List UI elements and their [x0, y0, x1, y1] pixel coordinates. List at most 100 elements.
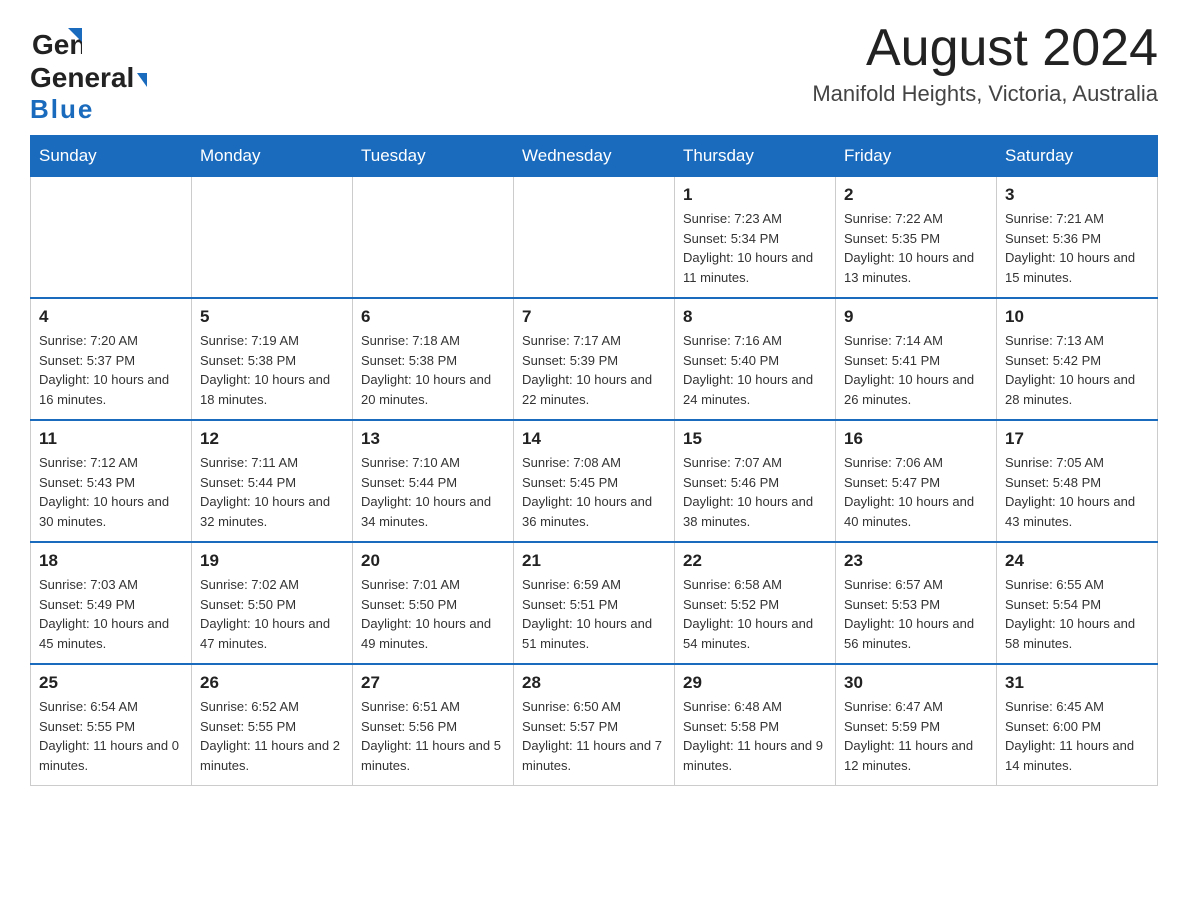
table-row: 11 Sunrise: 7:12 AM Sunset: 5:43 PM Dayli…: [31, 420, 192, 542]
header-thursday: Thursday: [675, 136, 836, 177]
table-row: 4 Sunrise: 7:20 AM Sunset: 5:37 PM Daylig…: [31, 298, 192, 420]
day-info: Sunrise: 7:16 AM Sunset: 5:40 PM Dayligh…: [683, 331, 827, 409]
day-number: 2: [844, 185, 988, 205]
header-saturday: Saturday: [997, 136, 1158, 177]
table-row: 6Sunrise: 7:18 AM Sunset: 5:38 PM Daylig…: [353, 298, 514, 420]
table-row: [353, 177, 514, 299]
day-number: 26: [200, 673, 344, 693]
day-info: Sunrise: 6:59 AM Sunset: 5:51 PM Dayligh…: [522, 575, 666, 653]
page-subtitle: Manifold Heights, Victoria, Australia: [812, 81, 1158, 107]
day-info: Sunrise: 7:02 AM Sunset: 5:50 PM Dayligh…: [200, 575, 344, 653]
day-number: 5: [200, 307, 344, 327]
title-block: August 2024 Manifold Heights, Victoria, …: [812, 20, 1158, 107]
day-number: 28: [522, 673, 666, 693]
table-row: 1 Sunrise: 7:23 AM Sunset: 5:34 PM Daylig…: [675, 177, 836, 299]
table-row: 2Sunrise: 7:22 AM Sunset: 5:35 PM Daylig…: [836, 177, 997, 299]
day-info: Sunrise: 6:55 AM Sunset: 5:54 PM Dayligh…: [1005, 575, 1149, 653]
day-number: 21: [522, 551, 666, 571]
calendar-week-row: 25Sunrise: 6:54 AM Sunset: 5:55 PM Dayli…: [31, 664, 1158, 786]
day-info: Sunrise: 7:19 AM Sunset: 5:38 PM Dayligh…: [200, 331, 344, 409]
day-number: 6: [361, 307, 505, 327]
table-row: [31, 177, 192, 299]
logo-blue: Blue: [30, 94, 94, 125]
table-row: 31 Sunrise: 6:45 AM Sunset: 6:00 PM Dayli…: [997, 664, 1158, 786]
table-row: 29 Sunrise: 6:48 AM Sunset: 5:58 PM Dayli…: [675, 664, 836, 786]
day-info: Sunrise: 7:07 AM Sunset: 5:46 PM Dayligh…: [683, 453, 827, 531]
day-number: 10: [1005, 307, 1149, 327]
table-row: 27 Sunrise: 6:51 AM Sunset: 5:56 PM Dayli…: [353, 664, 514, 786]
day-number: 30: [844, 673, 988, 693]
day-info: Sunrise: 7:01 AM Sunset: 5:50 PM Dayligh…: [361, 575, 505, 653]
page-header: General General Blue August 2024 Manifol…: [30, 20, 1158, 125]
table-row: 10 Sunrise: 7:13 AM Sunset: 5:42 PM Dayli…: [997, 298, 1158, 420]
table-row: 24 Sunrise: 6:55 AM Sunset: 5:54 PM Dayli…: [997, 542, 1158, 664]
day-info: Sunrise: 7:11 AM Sunset: 5:44 PM Dayligh…: [200, 453, 344, 531]
table-row: 14Sunrise: 7:08 AM Sunset: 5:45 PM Dayli…: [514, 420, 675, 542]
calendar-week-row: 18Sunrise: 7:03 AM Sunset: 5:49 PM Dayli…: [31, 542, 1158, 664]
day-number: 8: [683, 307, 827, 327]
day-number: 3: [1005, 185, 1149, 205]
day-number: 24: [1005, 551, 1149, 571]
table-row: 20Sunrise: 7:01 AM Sunset: 5:50 PM Dayli…: [353, 542, 514, 664]
logo: General General Blue: [30, 20, 147, 125]
table-row: 23Sunrise: 6:57 AM Sunset: 5:53 PM Dayli…: [836, 542, 997, 664]
table-row: [514, 177, 675, 299]
day-number: 16: [844, 429, 988, 449]
day-info: Sunrise: 6:54 AM Sunset: 5:55 PM Dayligh…: [39, 697, 183, 775]
day-number: 15: [683, 429, 827, 449]
table-row: [192, 177, 353, 299]
table-row: 25Sunrise: 6:54 AM Sunset: 5:55 PM Dayli…: [31, 664, 192, 786]
day-number: 17: [1005, 429, 1149, 449]
day-info: Sunrise: 7:12 AM Sunset: 5:43 PM Dayligh…: [39, 453, 183, 531]
day-number: 9: [844, 307, 988, 327]
day-number: 7: [522, 307, 666, 327]
day-info: Sunrise: 7:10 AM Sunset: 5:44 PM Dayligh…: [361, 453, 505, 531]
day-number: 27: [361, 673, 505, 693]
day-info: Sunrise: 6:45 AM Sunset: 6:00 PM Dayligh…: [1005, 697, 1149, 775]
table-row: 3Sunrise: 7:21 AM Sunset: 5:36 PM Daylig…: [997, 177, 1158, 299]
calendar-week-row: 1 Sunrise: 7:23 AM Sunset: 5:34 PM Daylig…: [31, 177, 1158, 299]
day-number: 22: [683, 551, 827, 571]
table-row: 28 Sunrise: 6:50 AM Sunset: 5:57 PM Dayli…: [514, 664, 675, 786]
table-row: 13 Sunrise: 7:10 AM Sunset: 5:44 PM Dayli…: [353, 420, 514, 542]
day-info: Sunrise: 7:20 AM Sunset: 5:37 PM Dayligh…: [39, 331, 183, 409]
header-tuesday: Tuesday: [353, 136, 514, 177]
day-info: Sunrise: 7:13 AM Sunset: 5:42 PM Dayligh…: [1005, 331, 1149, 409]
day-info: Sunrise: 6:57 AM Sunset: 5:53 PM Dayligh…: [844, 575, 988, 653]
day-info: Sunrise: 7:23 AM Sunset: 5:34 PM Dayligh…: [683, 209, 827, 287]
day-number: 14: [522, 429, 666, 449]
header-friday: Friday: [836, 136, 997, 177]
day-info: Sunrise: 7:17 AM Sunset: 5:39 PM Dayligh…: [522, 331, 666, 409]
day-info: Sunrise: 6:48 AM Sunset: 5:58 PM Dayligh…: [683, 697, 827, 775]
day-number: 1: [683, 185, 827, 205]
table-row: 30 Sunrise: 6:47 AM Sunset: 5:59 PM Dayli…: [836, 664, 997, 786]
header-monday: Monday: [192, 136, 353, 177]
table-row: 9 Sunrise: 7:14 AM Sunset: 5:41 PM Daylig…: [836, 298, 997, 420]
logo-general: General: [30, 62, 134, 93]
day-info: Sunrise: 6:52 AM Sunset: 5:55 PM Dayligh…: [200, 697, 344, 775]
day-info: Sunrise: 6:51 AM Sunset: 5:56 PM Dayligh…: [361, 697, 505, 775]
header-sunday: Sunday: [31, 136, 192, 177]
day-info: Sunrise: 7:06 AM Sunset: 5:47 PM Dayligh…: [844, 453, 988, 531]
day-number: 19: [200, 551, 344, 571]
table-row: 8 Sunrise: 7:16 AM Sunset: 5:40 PM Daylig…: [675, 298, 836, 420]
table-row: 16 Sunrise: 7:06 AM Sunset: 5:47 PM Dayli…: [836, 420, 997, 542]
table-row: 26 Sunrise: 6:52 AM Sunset: 5:55 PM Dayli…: [192, 664, 353, 786]
day-info: Sunrise: 7:03 AM Sunset: 5:49 PM Dayligh…: [39, 575, 183, 653]
day-number: 11: [39, 429, 183, 449]
day-number: 29: [683, 673, 827, 693]
day-number: 13: [361, 429, 505, 449]
page-title: August 2024: [812, 20, 1158, 77]
day-info: Sunrise: 7:14 AM Sunset: 5:41 PM Dayligh…: [844, 331, 988, 409]
table-row: 22Sunrise: 6:58 AM Sunset: 5:52 PM Dayli…: [675, 542, 836, 664]
day-number: 31: [1005, 673, 1149, 693]
table-row: 18Sunrise: 7:03 AM Sunset: 5:49 PM Dayli…: [31, 542, 192, 664]
day-info: Sunrise: 6:50 AM Sunset: 5:57 PM Dayligh…: [522, 697, 666, 775]
day-number: 4: [39, 307, 183, 327]
header-wednesday: Wednesday: [514, 136, 675, 177]
table-row: 15 Sunrise: 7:07 AM Sunset: 5:46 PM Dayli…: [675, 420, 836, 542]
day-info: Sunrise: 6:47 AM Sunset: 5:59 PM Dayligh…: [844, 697, 988, 775]
table-row: 7 Sunrise: 7:17 AM Sunset: 5:39 PM Daylig…: [514, 298, 675, 420]
calendar-week-row: 11 Sunrise: 7:12 AM Sunset: 5:43 PM Dayli…: [31, 420, 1158, 542]
day-number: 12: [200, 429, 344, 449]
